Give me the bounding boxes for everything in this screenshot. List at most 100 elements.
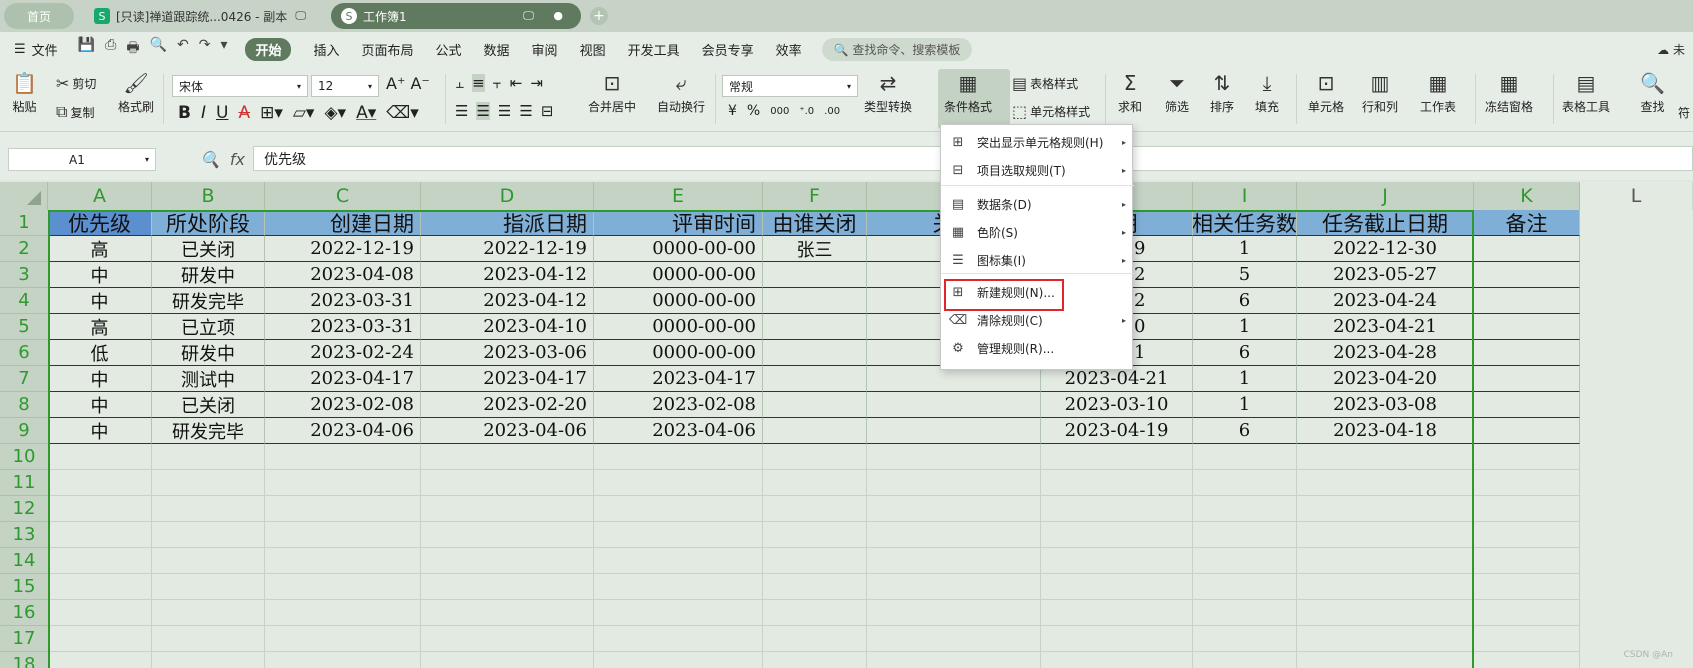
quick-access-icon[interactable]: 🖶 [126,37,139,61]
sum-button[interactable]: Σ 求和 [1118,68,1142,115]
table-cell[interactable] [421,496,594,522]
table-cell[interactable] [152,626,265,652]
table-cell[interactable] [265,652,421,668]
table-cell[interactable] [421,548,594,574]
row-header[interactable]: 16 [0,600,48,626]
table-cell[interactable] [421,652,594,668]
table-cell[interactable] [152,548,265,574]
cell-fill-icon[interactable]: ▱▾ [293,103,315,123]
column-header[interactable]: F [763,182,867,210]
copy-button[interactable]: ⧉ 复制 [56,102,94,122]
paste-button[interactable]: 📋 粘贴 [12,68,37,115]
column-header[interactable]: K [1474,182,1580,210]
table-cell[interactable] [1474,262,1580,288]
table-cell[interactable] [421,574,594,600]
table-cell[interactable] [421,600,594,626]
table-cell[interactable]: 2023-04-06 [594,418,763,444]
table-cell[interactable] [1041,496,1193,522]
row-header[interactable]: 13 [0,522,48,548]
table-cell[interactable] [1297,600,1474,626]
table-cell[interactable] [1297,652,1474,668]
table-cell[interactable] [594,496,763,522]
eraser-icon[interactable]: ⌫▾ [386,103,419,123]
table-cell[interactable] [152,652,265,668]
align-right-icon[interactable]: ☰ [498,102,511,120]
table-cell[interactable]: 高 [48,236,152,262]
table-cell[interactable]: 中 [48,366,152,392]
table-cell[interactable] [1193,600,1297,626]
table-cell[interactable] [1041,600,1193,626]
table-cell[interactable] [1474,470,1580,496]
font-size-select[interactable]: 12 ▾ [311,75,379,97]
table-cell[interactable] [48,444,152,470]
table-cell[interactable] [421,444,594,470]
symbol-button[interactable]: 符 [1678,104,1690,121]
table-cell[interactable] [763,522,867,548]
table-cell[interactable] [763,418,867,444]
column-header[interactable]: C [265,182,421,210]
table-cell[interactable] [867,522,1041,548]
row-header[interactable]: 8 [0,392,48,418]
table-cell[interactable] [152,574,265,600]
sort-button[interactable]: ⇅ 排序 [1210,68,1234,115]
table-cell[interactable] [1041,470,1193,496]
table-cell[interactable] [48,652,152,668]
table-cell[interactable] [48,522,152,548]
table-cell[interactable] [152,522,265,548]
tab-home[interactable]: 首页 [4,3,74,29]
table-cell[interactable]: 2023-04-06 [265,418,421,444]
table-cell[interactable] [763,288,867,314]
table-cell[interactable] [867,392,1041,418]
table-cell[interactable]: 0000-00-00 [594,236,763,262]
menu-tab[interactable]: 会员专享 [702,40,754,59]
column-header[interactable]: A [48,182,152,210]
table-cell[interactable]: 研发完毕 [152,418,265,444]
sheet-grid[interactable]: ABCDEFGHIJKL123456789101112131415161718优… [0,182,1693,668]
tab-document[interactable]: S [只读]禅道跟踪统...0426 - 副本 🖵 [84,3,314,29]
table-cell[interactable] [867,470,1041,496]
quick-access-icon[interactable]: ⎙ [105,37,116,61]
table-cell[interactable] [265,574,421,600]
table-cell[interactable]: 1 [1193,392,1297,418]
column-header[interactable]: L [1580,182,1693,210]
table-cell[interactable]: 0000-00-00 [594,340,763,366]
column-header[interactable]: J [1297,182,1474,210]
italic-button[interactable]: I [201,103,206,123]
table-cell[interactable] [48,626,152,652]
justify-icon[interactable]: ☰ [519,102,532,120]
row-header[interactable]: 7 [0,366,48,392]
row-col-button[interactable]: ▥ 行和列 [1362,68,1398,115]
freeze-panes-button[interactable]: ▦ 冻结窗格 [1485,68,1533,115]
table-cell[interactable]: 2023-03-10 [1041,392,1193,418]
cond-menu-item[interactable]: ⊞ 突出显示单元格规则(H) ▸ [941,129,1134,155]
table-header-cell[interactable]: 指派日期 [421,210,594,236]
cond-menu-item[interactable]: ⚙ 管理规则(R)... [941,335,1134,361]
table-cell[interactable] [1474,522,1580,548]
table-cell[interactable] [763,574,867,600]
row-header[interactable]: 12 [0,496,48,522]
indent-increase-icon[interactable]: ⇥ [530,74,543,92]
table-cell[interactable] [1474,652,1580,668]
table-cell[interactable] [763,314,867,340]
table-cell[interactable] [265,626,421,652]
menu-tab[interactable]: 插入 [313,40,339,59]
table-cell[interactable]: 2023-02-08 [265,392,421,418]
align-center-icon[interactable]: ☰ [476,102,490,120]
table-header-cell[interactable]: 由谁关闭 [763,210,867,236]
table-header-cell[interactable]: 所处阶段 [152,210,265,236]
number-format-select[interactable]: 常规 ▾ [722,75,858,97]
column-header[interactable]: B [152,182,265,210]
table-cell[interactable]: 测试中 [152,366,265,392]
table-cell[interactable] [763,600,867,626]
table-cell[interactable]: 2023-04-17 [421,366,594,392]
align-left-icon[interactable]: ☰ [455,102,468,120]
table-cell[interactable] [1474,392,1580,418]
table-cell[interactable] [763,470,867,496]
table-cell[interactable]: 5 [1193,262,1297,288]
table-cell[interactable] [1193,574,1297,600]
table-cell[interactable] [1474,236,1580,262]
table-cell[interactable]: 2023-02-24 [265,340,421,366]
quick-access-icon[interactable]: ▾ [220,37,227,61]
table-cell[interactable] [1474,288,1580,314]
table-cell[interactable] [867,574,1041,600]
